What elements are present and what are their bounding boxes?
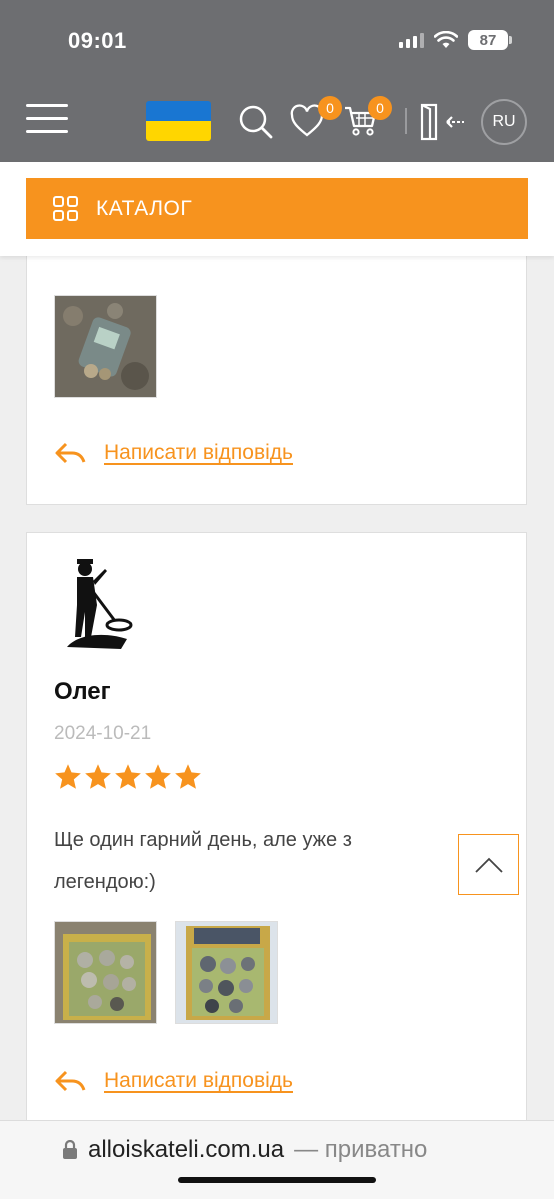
wishlist-count-badge: 0: [318, 96, 342, 120]
reply-arrow-icon: [55, 1070, 86, 1092]
signal-icon: [399, 32, 424, 48]
menu-icon-line: [26, 117, 68, 120]
star-icon: [55, 764, 81, 789]
chevron-up-icon: [474, 857, 503, 873]
reply-arrow-icon: [55, 442, 86, 464]
grid-icon: [53, 195, 78, 221]
reply-link-label: Написати відповідь: [104, 1069, 293, 1092]
header-divider: [405, 108, 407, 134]
catalog-label: КАТАЛОГ: [96, 196, 193, 220]
coins-photo: [55, 922, 156, 1023]
cart-count-badge: 0: [368, 96, 392, 120]
avatar: [67, 559, 133, 649]
menu-button[interactable]: [26, 104, 68, 136]
url-display[interactable]: alloiskateli.com.ua — приватно: [62, 1136, 427, 1164]
url-privacy-label: — приватно: [294, 1136, 428, 1163]
menu-icon-line: [26, 130, 68, 133]
star-rating: [54, 763, 202, 790]
browser-url-bar[interactable]: alloiskateli.com.ua — приватно: [0, 1120, 554, 1199]
cart-button[interactable]: 0: [344, 96, 392, 140]
wifi-icon: [434, 31, 458, 48]
language-switch-button[interactable]: RU: [481, 99, 527, 145]
review-photo[interactable]: [175, 921, 278, 1024]
ukraine-flag-icon[interactable]: [146, 101, 211, 141]
login-icon[interactable]: [420, 102, 466, 142]
reply-link[interactable]: Написати відповідь: [54, 1069, 293, 1093]
star-icon: [175, 764, 201, 789]
lock-icon: [63, 1140, 77, 1159]
star-icon: [145, 764, 171, 789]
review-photo[interactable]: [54, 921, 157, 1024]
review-text: Ще один гарний день, але уже з легендою:…: [54, 829, 352, 893]
status-icons: 87: [399, 30, 512, 50]
wishlist-button[interactable]: 0: [289, 96, 342, 140]
review-card: Написати відповідь: [26, 220, 527, 505]
status-time: 09:01: [68, 28, 127, 53]
scroll-top-button[interactable]: [458, 834, 519, 895]
top-header: 09:01 87 0 0 RU: [0, 0, 554, 162]
catalog-bar: КАТАЛОГ: [0, 162, 554, 256]
search-icon[interactable]: [238, 104, 274, 140]
star-icon: [115, 764, 141, 789]
home-indicator: [178, 1177, 376, 1183]
url-domain: alloiskateli.com.ua: [88, 1136, 285, 1163]
star-icon: [85, 764, 111, 789]
review-card: Олег 2024-10-21 Ще один гарний день, але…: [26, 532, 527, 1132]
review-photo[interactable]: [54, 295, 157, 398]
reply-link-label: Написати відповідь: [104, 441, 293, 464]
reply-link[interactable]: Написати відповідь: [54, 441, 293, 465]
coins-photo: [176, 922, 277, 1023]
reviewer-name: Олег: [54, 678, 111, 705]
menu-icon-line: [26, 104, 68, 107]
metal-detector-photo: [55, 296, 156, 397]
battery-indicator: 87: [468, 30, 512, 50]
catalog-button[interactable]: КАТАЛОГ: [26, 178, 528, 239]
review-date: 2024-10-21: [54, 723, 152, 744]
